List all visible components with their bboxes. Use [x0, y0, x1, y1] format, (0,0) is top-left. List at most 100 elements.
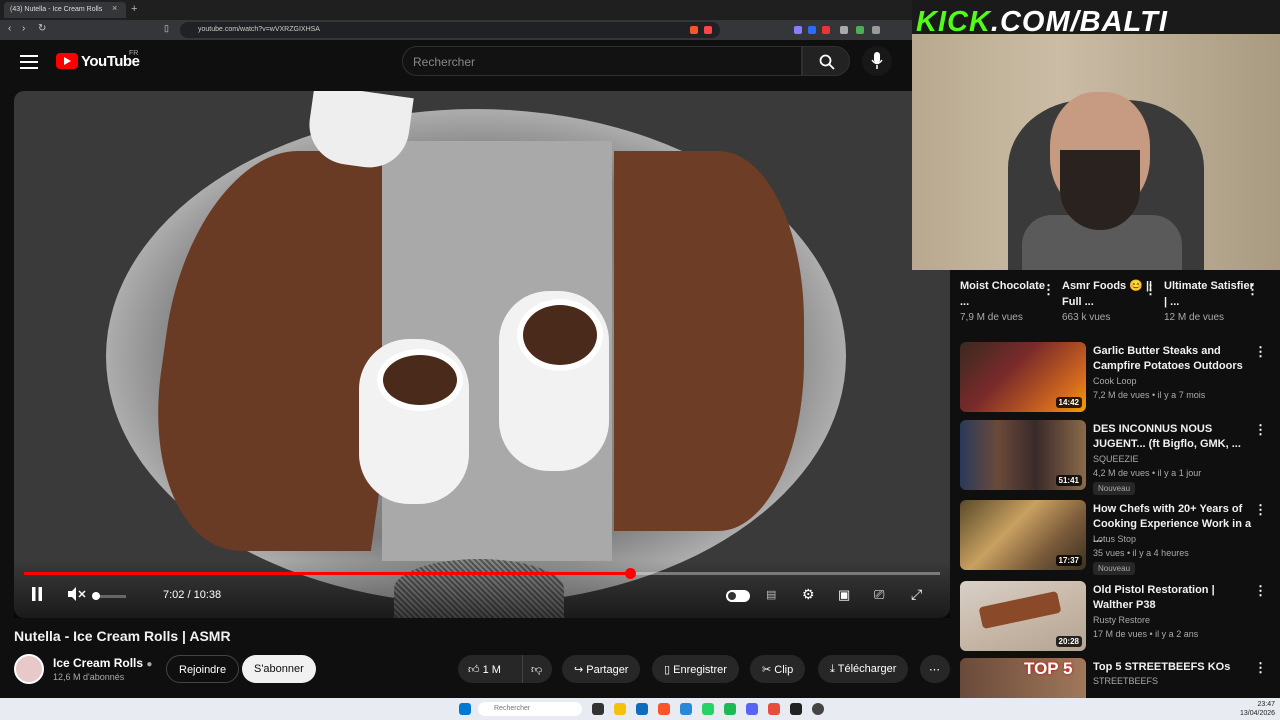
region-code: FR — [129, 50, 139, 57]
save-button[interactable]: ▯ Enregistrer — [652, 655, 739, 683]
short-item[interactable]: Moist Chocolate ... 7,9 M de vues — [960, 278, 1055, 323]
video-thumbnail[interactable]: 14:42 — [960, 342, 1086, 412]
video-menu-icon[interactable]: ⋮ — [1254, 660, 1267, 676]
more-actions-icon[interactable]: ⋯ — [920, 655, 950, 683]
channel-name[interactable]: SQUEEZIE — [1093, 454, 1139, 464]
like-button[interactable]: 👍︎ 1 M — [458, 655, 522, 683]
app-icon[interactable] — [790, 703, 802, 715]
video-thumbnail[interactable]: 20:28 — [960, 581, 1086, 651]
file-explorer-icon[interactable] — [614, 703, 626, 715]
cast-icon[interactable]: ⎚ — [874, 587, 884, 603]
short-menu-icon[interactable]: ⋮ — [1246, 282, 1259, 298]
video-meta: 7,2 M de vues • il y a 7 mois — [1093, 390, 1206, 400]
video-player[interactable] — [14, 91, 950, 618]
recommended-video[interactable]: TOP 5 Top 5 STREETBEEFS KOs STREETBEEFS … — [960, 658, 1280, 698]
progress-bar[interactable] — [24, 568, 940, 579]
channel-name[interactable]: Cook Loop — [1093, 376, 1137, 386]
settings-gear-icon[interactable]: ⚙ — [802, 586, 815, 603]
reload-icon[interactable]: ↻ — [38, 23, 46, 34]
channel-name[interactable]: Ice Cream Rolls ● — [53, 656, 152, 670]
video-menu-icon[interactable]: ⋮ — [1254, 502, 1267, 518]
task-view-icon[interactable] — [592, 703, 604, 715]
download-button[interactable]: ⤓ Télécharger — [818, 655, 909, 683]
channel-name[interactable]: STREETBEEFS — [1093, 676, 1158, 686]
volume-handle[interactable] — [92, 592, 100, 600]
spotify-icon[interactable] — [724, 703, 736, 715]
clip-button[interactable]: ✂ Clip — [750, 655, 806, 683]
search-button[interactable] — [802, 46, 850, 76]
windows-start-icon[interactable] — [459, 703, 471, 715]
search-input[interactable]: Rechercher — [402, 46, 802, 76]
video-title[interactable]: DES INCONNUS NOUS JUGENT... (ft Bigflo, … — [1093, 422, 1253, 452]
progress-scrubber[interactable] — [625, 568, 637, 579]
address-bar[interactable]: youtube.com/watch?v=wVXRZGIXHSA — [180, 22, 720, 38]
brave-shield-icon[interactable] — [690, 26, 698, 34]
browser-tab[interactable]: (43) Nutella - Ice Cream Rolls — [4, 2, 126, 18]
search-placeholder: Rechercher — [413, 55, 476, 69]
miniplayer-icon[interactable]: ▣ — [838, 587, 850, 603]
channel-name[interactable]: Lotus Stop — [1093, 534, 1136, 544]
back-icon[interactable]: ‹ — [8, 23, 11, 34]
short-views: 663 k vues — [1062, 312, 1111, 323]
voice-search-button[interactable] — [862, 46, 892, 76]
taskbar-search[interactable]: Rechercher — [478, 702, 582, 716]
pause-button[interactable] — [31, 587, 43, 604]
fullscreen-icon[interactable]: ⤢ — [911, 586, 922, 603]
video-meta: 17 M de vues • il y a 2 ans — [1093, 629, 1199, 639]
mute-button[interactable] — [68, 587, 86, 604]
extension-icon[interactable] — [872, 26, 880, 34]
save-label: Enregistrer — [673, 664, 727, 676]
subscribe-button[interactable]: S'abonner — [242, 655, 316, 683]
whatsapp-icon[interactable] — [702, 703, 714, 715]
menu-icon[interactable] — [20, 55, 38, 69]
brave-rewards-icon[interactable] — [704, 26, 712, 34]
system-clock[interactable]: 23:47 13/04/2026 — [1240, 700, 1275, 718]
recommended-video[interactable]: 14:42 Garlic Butter Steaks and Campfire … — [960, 342, 1280, 416]
dislike-button[interactable]: 👎︎ — [522, 655, 552, 683]
discord-icon[interactable] — [746, 703, 758, 715]
recommended-video[interactable]: 17:37 How Chefs with 20+ Years of Cookin… — [960, 500, 1280, 575]
channel-avatar[interactable] — [14, 654, 44, 684]
share-button[interactable]: ↪ Partager — [562, 655, 641, 683]
channel-name[interactable]: Rusty Restore — [1093, 615, 1150, 625]
forward-icon[interactable]: › — [22, 23, 25, 34]
short-menu-icon[interactable]: ⋮ — [1042, 282, 1055, 298]
extension-icon[interactable] — [794, 26, 802, 34]
video-duration: 51:41 — [1055, 475, 1082, 486]
subtitles-icon[interactable]: ▤ — [766, 588, 776, 601]
extension-icon[interactable] — [822, 26, 830, 34]
recommended-video[interactable]: 20:28 Old Pistol Restoration | Walther P… — [960, 581, 1280, 655]
video-thumbnail[interactable]: 17:37 — [960, 500, 1086, 570]
join-button[interactable]: Rejoindre — [166, 655, 240, 683]
video-title[interactable]: Old Pistol Restoration | Walther P38 — [1093, 583, 1253, 613]
video-menu-icon[interactable]: ⋮ — [1254, 422, 1267, 438]
kick-url-text: .COM/BALTI — [990, 6, 1168, 38]
autoplay-toggle[interactable] — [726, 590, 750, 602]
video-thumbnail[interactable]: 51:41 — [960, 420, 1086, 490]
video-title[interactable]: Garlic Butter Steaks and Campfire Potato… — [1093, 344, 1253, 374]
extension-icon[interactable] — [856, 26, 864, 34]
bookmark-icon[interactable]: ▯ — [164, 23, 169, 34]
short-menu-icon[interactable]: ⋮ — [1144, 282, 1157, 298]
volume-slider[interactable] — [96, 595, 126, 598]
video-title[interactable]: Top 5 STREETBEEFS KOs — [1093, 660, 1253, 675]
brave-icon[interactable] — [658, 703, 670, 715]
new-badge: Nouveau — [1093, 562, 1136, 575]
extension-icon[interactable] — [808, 26, 816, 34]
url-text: youtube.com/watch?v=wVXRZGIXHSA — [198, 26, 320, 33]
app-icon[interactable] — [680, 703, 692, 715]
video-menu-icon[interactable]: ⋮ — [1254, 583, 1267, 599]
youtube-logo-icon[interactable] — [56, 53, 78, 69]
recommended-video[interactable]: 51:41 DES INCONNUS NOUS JUGENT... (ft Bi… — [960, 420, 1280, 495]
app-icon[interactable] — [768, 703, 780, 715]
new-tab-icon[interactable]: + — [131, 3, 137, 15]
short-item[interactable]: Asmr Foods 😊 || Full ... 663 k vues — [1062, 278, 1157, 323]
thumbs-down-icon: 👎︎ — [531, 664, 543, 676]
video-menu-icon[interactable]: ⋮ — [1254, 344, 1267, 360]
store-icon[interactable] — [636, 703, 648, 715]
extension-icon[interactable] — [840, 26, 848, 34]
close-tab-icon[interactable]: × — [112, 3, 117, 13]
short-item[interactable]: Ultimate Satisfier | ... 12 M de vues — [1164, 278, 1259, 323]
video-thumbnail[interactable]: TOP 5 — [960, 658, 1086, 698]
obs-icon[interactable] — [812, 703, 824, 715]
